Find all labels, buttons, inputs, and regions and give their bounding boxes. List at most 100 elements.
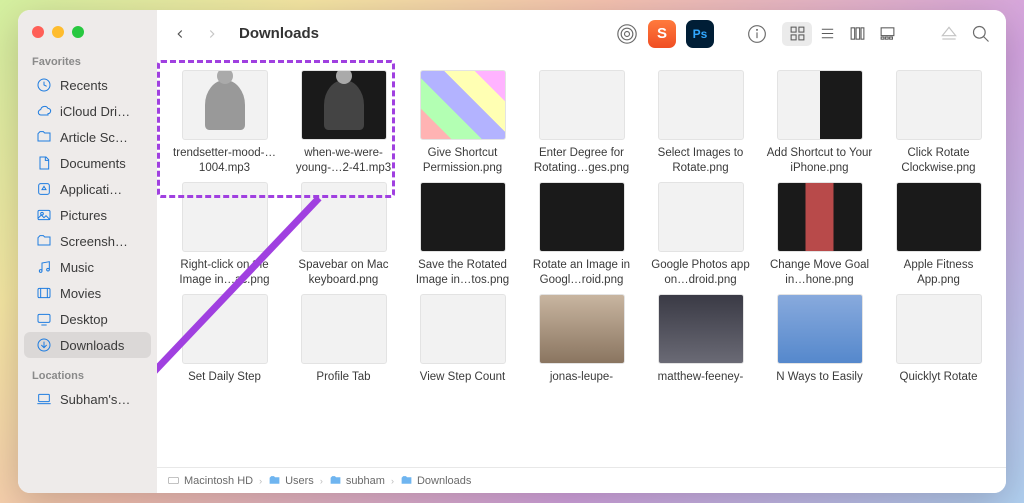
path-item[interactable]: Downloads <box>400 474 471 487</box>
file-thumbnail <box>182 70 268 140</box>
file-thumbnail <box>301 182 387 252</box>
file-item[interactable]: Select Images to Rotate.png <box>643 70 758 176</box>
sidebar-item-label: Documents <box>60 156 126 171</box>
file-item[interactable]: trendsetter-mood-…1004.mp3 <box>167 70 282 176</box>
file-thumbnail <box>420 182 506 252</box>
search-button[interactable] <box>970 23 992 45</box>
sidebar-item-downloads[interactable]: Downloads <box>24 332 151 358</box>
file-thumbnail <box>539 70 625 140</box>
sidebar-item-documents[interactable]: Documents <box>24 150 151 176</box>
file-label: Select Images to Rotate.png <box>645 146 757 176</box>
sidebar-item-recents[interactable]: Recents <box>24 72 151 98</box>
doc-icon <box>36 155 52 171</box>
file-item[interactable]: Give Shortcut Permission.png <box>405 70 520 176</box>
file-item[interactable]: N Ways to Easily <box>762 294 877 385</box>
sidebar-item-icloud-dri-[interactable]: iCloud Dri… <box>24 98 151 124</box>
sidebar-item-article-sc-[interactable]: Article Sc… <box>24 124 151 150</box>
file-item[interactable]: Profile Tab <box>286 294 401 385</box>
app-badge-s[interactable]: S <box>648 20 676 48</box>
sidebar-item-pictures[interactable]: Pictures <box>24 202 151 228</box>
app-icon <box>36 181 52 197</box>
forward-button[interactable] <box>203 25 221 43</box>
app-badge-photoshop[interactable]: Ps <box>686 20 714 48</box>
eject-button[interactable] <box>938 23 960 45</box>
path-item[interactable]: Macintosh HD <box>167 474 253 487</box>
file-thumbnail <box>658 182 744 252</box>
file-item[interactable]: when-we-were-young-…2-41.mp3 <box>286 70 401 176</box>
file-item[interactable]: jonas-leupe- <box>524 294 639 385</box>
file-label: Rotate an Image in Googl…roid.png <box>526 258 638 288</box>
gallery-view-button[interactable] <box>872 22 902 46</box>
file-thumbnail <box>896 294 982 364</box>
path-item[interactable]: subham <box>329 474 385 487</box>
column-view-button[interactable] <box>842 22 872 46</box>
sidebar-item-label: Recents <box>60 78 108 93</box>
toolbar: Downloads S Ps <box>157 10 1006 58</box>
path-bar: Macintosh HD › Users › subham › Download… <box>157 467 1006 493</box>
picture-icon <box>36 207 52 223</box>
file-label: Right-click on the Image in…ac.png <box>169 258 281 288</box>
file-thumbnail <box>182 182 268 252</box>
file-item[interactable]: Rotate an Image in Googl…roid.png <box>524 182 639 288</box>
sidebar: Favorites Recents iCloud Dri… Article Sc… D… <box>18 10 157 493</box>
sidebar-item-label: Applicati… <box>60 182 122 197</box>
folder-icon <box>36 129 52 145</box>
file-thumbnail <box>896 182 982 252</box>
sidebar-item-label: Music <box>60 260 94 275</box>
back-button[interactable] <box>171 25 189 43</box>
finder-window: Favorites RecentsiCloud Dri…Article Sc…D… <box>18 10 1006 493</box>
file-grid-area[interactable]: trendsetter-mood-…1004.mp3when-we-were-y… <box>157 58 1006 467</box>
maximize-button[interactable] <box>72 26 84 38</box>
cloud-icon <box>36 103 52 119</box>
file-item[interactable]: Apple Fitness App.png <box>881 182 996 288</box>
minimize-button[interactable] <box>52 26 64 38</box>
file-thumbnail <box>539 294 625 364</box>
music-icon <box>36 259 52 275</box>
sidebar-item-label: Desktop <box>60 312 108 327</box>
sidebar-item-subham-s-[interactable]: Subham's… <box>24 386 151 412</box>
file-item[interactable]: Save the Rotated Image in…tos.png <box>405 182 520 288</box>
file-thumbnail <box>777 182 863 252</box>
sidebar-item-movies[interactable]: Movies <box>24 280 151 306</box>
sidebar-section-locations: Locations <box>18 366 157 386</box>
sidebar-section-favorites: Favorites <box>18 52 157 72</box>
file-thumbnail <box>896 70 982 140</box>
file-thumbnail <box>420 70 506 140</box>
file-item[interactable]: Quicklyt Rotate <box>881 294 996 385</box>
file-item[interactable]: Add Shortcut to Your iPhone.png <box>762 70 877 176</box>
sidebar-item-desktop[interactable]: Desktop <box>24 306 151 332</box>
file-label: Click Rotate Clockwise.png <box>883 146 995 176</box>
laptop-icon <box>36 391 52 407</box>
file-label: matthew-feeney- <box>658 370 744 385</box>
info-button[interactable] <box>746 23 768 45</box>
sidebar-item-applicati-[interactable]: Applicati… <box>24 176 151 202</box>
list-view-button[interactable] <box>812 22 842 46</box>
download-icon <box>36 337 52 353</box>
file-item[interactable]: matthew-feeney- <box>643 294 758 385</box>
file-thumbnail <box>301 70 387 140</box>
file-thumbnail <box>301 294 387 364</box>
sidebar-item-music[interactable]: Music <box>24 254 151 280</box>
sidebar-item-screensh-[interactable]: Screensh… <box>24 228 151 254</box>
file-item[interactable]: View Step Count <box>405 294 520 385</box>
file-label: when-we-were-young-…2-41.mp3 <box>288 146 400 176</box>
airdrop-icon[interactable] <box>616 23 638 45</box>
sidebar-item-label: iCloud Dri… <box>60 104 130 119</box>
sidebar-item-label: Screensh… <box>60 234 128 249</box>
file-item[interactable]: Set Daily Step <box>167 294 282 385</box>
file-label: View Step Count <box>420 370 505 385</box>
file-item[interactable]: Spavebar on Mac keyboard.png <box>286 182 401 288</box>
file-item[interactable]: Google Photos app on…droid.png <box>643 182 758 288</box>
file-item[interactable]: Right-click on the Image in…ac.png <box>167 182 282 288</box>
file-thumbnail <box>658 70 744 140</box>
sidebar-item-label: Subham's… <box>60 392 130 407</box>
main-pane: Downloads S Ps trendsetter-mood-…1004.mp… <box>157 10 1006 493</box>
file-item[interactable]: Enter Degree for Rotating…ges.png <box>524 70 639 176</box>
path-item[interactable]: Users <box>268 474 314 487</box>
close-button[interactable] <box>32 26 44 38</box>
movie-icon <box>36 285 52 301</box>
icon-view-button[interactable] <box>782 22 812 46</box>
file-label: Profile Tab <box>316 370 370 385</box>
file-item[interactable]: Change Move Goal in…hone.png <box>762 182 877 288</box>
file-item[interactable]: Click Rotate Clockwise.png <box>881 70 996 176</box>
